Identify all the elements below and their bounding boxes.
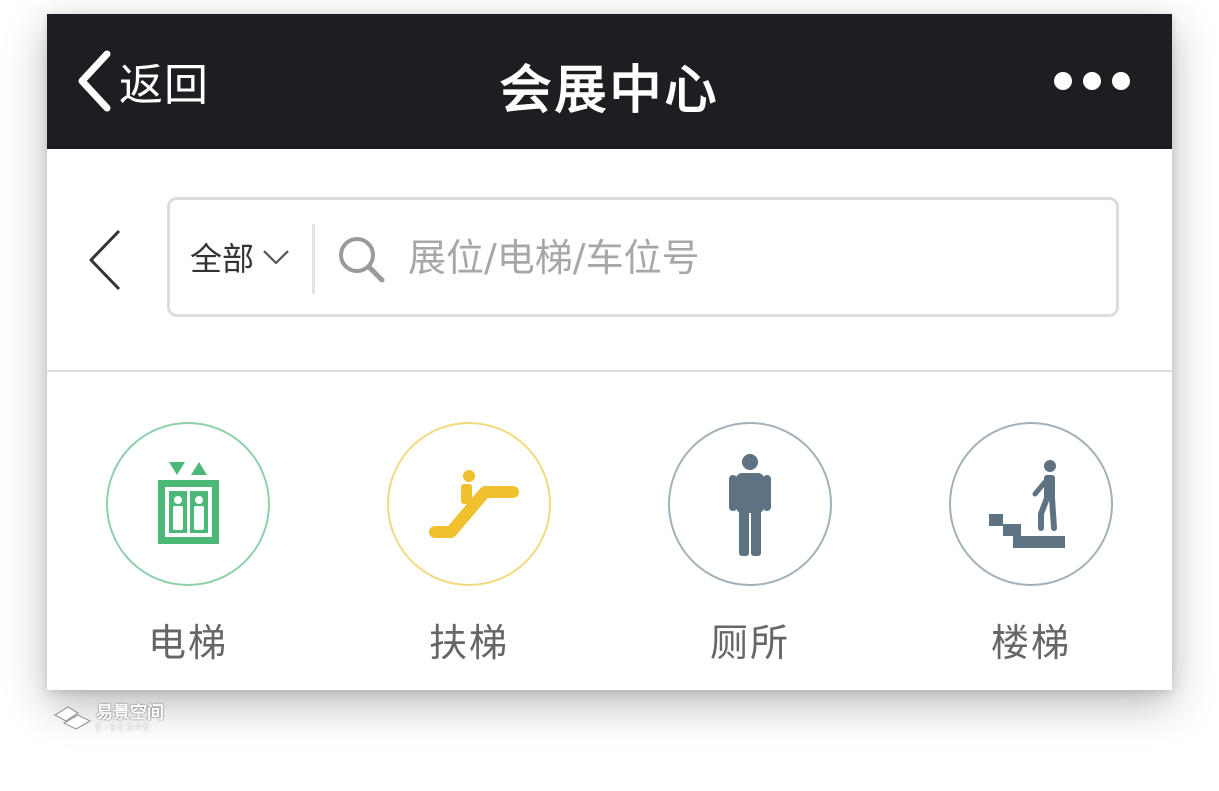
search-box: 全部 (167, 197, 1119, 317)
more-options-button[interactable] (1054, 72, 1130, 90)
category-circle (106, 422, 270, 586)
brand-text: 易景空间 E-SCOPE (96, 702, 164, 732)
scope-dropdown[interactable]: 全部 (190, 200, 290, 314)
category-restroom[interactable]: 厕所 (667, 422, 833, 667)
search-divider (312, 224, 315, 294)
category-circle (387, 422, 551, 586)
more-dot-icon (1054, 72, 1072, 90)
search-back-button[interactable] (87, 229, 123, 295)
scope-dropdown-label: 全部 (190, 240, 255, 278)
chevron-down-icon (263, 250, 289, 265)
category-circle (949, 422, 1113, 586)
category-label: 电梯 (147, 621, 228, 665)
brand-name-cn: 易景空间 (96, 702, 164, 723)
category-stairs[interactable]: 楼梯 (948, 422, 1114, 667)
chevron-left-icon (89, 229, 121, 291)
brand-name-en: E-SCOPE (96, 722, 152, 732)
brand-logo-icon (53, 706, 92, 730)
search-section: 全部 (47, 149, 1172, 372)
restroom-man-icon (729, 454, 771, 556)
category-label: 扶梯 (428, 621, 509, 665)
escalator-icon (429, 470, 519, 538)
nav-bar: 返回 会展中心 (47, 14, 1172, 149)
category-grid: 电梯 扶梯 厕所 楼梯 (47, 372, 1172, 690)
category-elevator[interactable]: 电梯 (105, 422, 271, 667)
app-window: 返回 会展中心 全部 展位/电梯/车位号 电梯 扶梯 厕所 楼梯 (47, 14, 1172, 690)
stairs-icon (989, 460, 1065, 548)
more-dot-icon (1112, 72, 1130, 90)
category-label: 楼梯 (990, 621, 1071, 665)
category-escalator[interactable]: 扶梯 (386, 422, 552, 667)
category-label: 厕所 (709, 621, 790, 665)
brand-watermark: 易景空间 E-SCOPE (52, 703, 164, 733)
more-dot-icon (1083, 72, 1101, 90)
category-circle (668, 422, 832, 586)
page-title: 会展中心 (499, 61, 720, 121)
search-input[interactable] (406, 222, 1090, 294)
elevator-icon (158, 462, 219, 544)
search-icon (339, 237, 385, 283)
